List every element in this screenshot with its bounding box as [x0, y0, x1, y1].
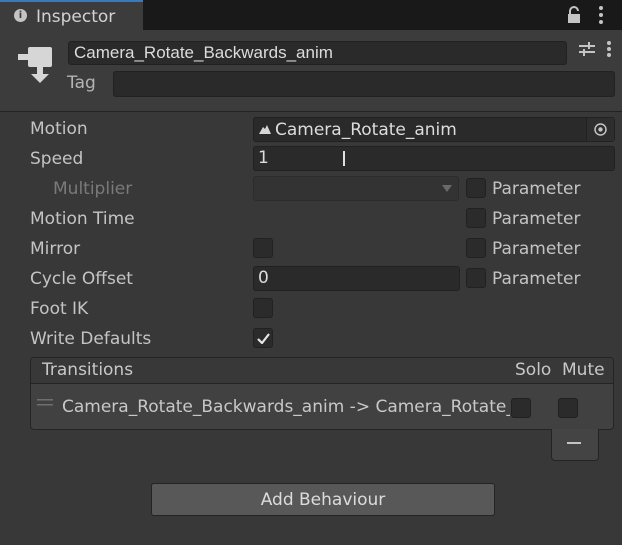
transition-solo-checkbox[interactable] [511, 398, 531, 418]
motion-time-parameter-label: Parameter [492, 209, 581, 229]
mute-column-header: Mute [562, 360, 605, 380]
tab-bar: i Inspector [0, 0, 622, 30]
animator-state-icon [18, 47, 52, 83]
solo-column-header: Solo [515, 360, 552, 380]
transitions-header: Transitions Solo Mute [31, 358, 613, 384]
more-options-icon[interactable] [598, 5, 604, 25]
tab-inspector[interactable]: i Inspector [0, 0, 143, 30]
minus-icon [567, 442, 581, 444]
chevron-down-icon [442, 185, 452, 192]
preset-settings-icon[interactable] [578, 40, 596, 58]
transition-mute-checkbox[interactable] [558, 398, 578, 418]
speed-label: Speed [30, 149, 84, 169]
mirror-checkbox[interactable] [253, 238, 273, 258]
foot-ik-checkbox[interactable] [253, 298, 273, 318]
tag-dropdown[interactable] [113, 71, 615, 97]
info-icon: i [14, 9, 27, 22]
mirror-label: Mirror [30, 239, 81, 259]
text-cursor [343, 151, 345, 166]
transitions-title: Transitions [42, 360, 134, 380]
motion-time-label: Motion Time [30, 209, 135, 229]
tag-label: Tag [67, 73, 96, 93]
transitions-list: Transitions Solo Mute Camera_Rotate_Back… [30, 357, 614, 430]
speed-field[interactable]: 1 [253, 146, 615, 171]
tab-inspector-label: Inspector [36, 7, 116, 27]
add-behaviour-button[interactable]: Add Behaviour [151, 483, 495, 516]
cycle-offset-field[interactable]: 0 [253, 266, 460, 291]
multiplier-parameter-checkbox[interactable] [466, 178, 486, 198]
cycle-offset-value: 0 [258, 268, 269, 288]
multiplier-parameter-label: Parameter [492, 179, 581, 199]
animation-clip-icon [259, 125, 271, 134]
checkmark-icon [257, 333, 270, 344]
object-picker-button[interactable] [586, 118, 614, 141]
motion-label: Motion [30, 119, 88, 139]
drag-handle-icon[interactable] [37, 399, 53, 407]
target-icon [594, 123, 607, 136]
cycle-offset-parameter-checkbox[interactable] [466, 268, 486, 288]
inspector-header: Tag [0, 30, 622, 112]
speed-value: 1 [258, 148, 269, 168]
remove-transition-button[interactable] [551, 429, 599, 461]
transition-label: Camera_Rotate_Backwards_anim -> Camera_R… [62, 397, 510, 417]
write-defaults-label: Write Defaults [30, 329, 152, 349]
motion-value: Camera_Rotate_anim [275, 120, 457, 140]
write-defaults-checkbox[interactable] [253, 328, 273, 348]
transition-row[interactable]: Camera_Rotate_Backwards_anim -> Camera_R… [31, 384, 613, 429]
multiplier-dropdown[interactable] [253, 176, 459, 201]
component-menu-icon[interactable] [606, 40, 612, 58]
mirror-parameter-checkbox[interactable] [466, 238, 486, 258]
foot-ik-label: Foot IK [30, 299, 89, 319]
multiplier-label: Multiplier [53, 179, 133, 199]
state-name-input[interactable] [68, 41, 567, 65]
cycle-offset-parameter-label: Parameter [492, 269, 581, 289]
cycle-offset-label: Cycle Offset [30, 269, 133, 289]
motion-field[interactable]: Camera_Rotate_anim [253, 117, 615, 142]
mirror-parameter-label: Parameter [492, 239, 581, 259]
motion-time-parameter-checkbox[interactable] [466, 208, 486, 228]
lock-icon[interactable] [567, 6, 581, 24]
